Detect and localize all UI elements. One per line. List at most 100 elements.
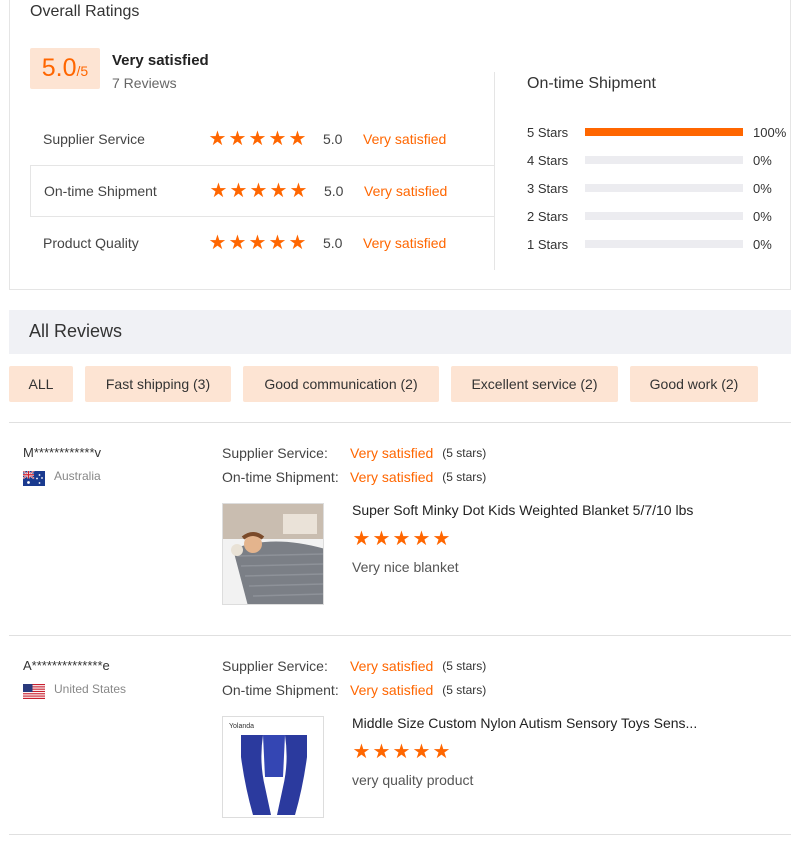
all-reviews-header: All Reviews [9,310,791,354]
divider [9,834,791,835]
star-icon: ★ [228,232,247,254]
overall-ratings-panel: Overall Ratings 5.0/5 Very satisfied 7 R… [9,0,791,290]
star-icon: ★ [412,741,431,763]
feedback-label: Supplier Service: [222,658,328,674]
star-icon: ★ [392,741,411,763]
shipment-bar-percent: 0% [753,152,772,168]
star-icon: ★ [392,528,411,550]
filter-good-work-button[interactable]: Good work (2) [630,366,758,402]
overall-score-max: /5 [76,63,89,79]
product-thumbnail[interactable]: Yolanda [222,716,324,818]
metric-stars: ★ ★ ★ ★ ★ [208,232,307,254]
shipment-bar-label: 1 Stars [527,236,569,252]
shipment-bar-percent: 0% [753,208,772,224]
product-title-link[interactable]: Middle Size Custom Nylon Autism Sensory … [352,715,697,731]
feedback-value: Very satisfied [350,445,434,461]
metric-row-on-time-shipment: On-time Shipment ★ ★ ★ ★ ★ 5.0 Very satisfie… [30,165,495,217]
star-icon: ★ [352,528,371,550]
reviewer-country: Australia [54,469,101,483]
shipment-bar-label: 5 Stars [527,124,569,140]
overall-reviews-count: 7 Reviews [112,75,177,91]
product-title-link[interactable]: Super Soft Minky Dot Kids Weighted Blank… [352,502,693,518]
feedback-value: Very satisfied [350,682,434,698]
star-icon: ★ [269,180,288,202]
filter-good-communication-button[interactable]: Good communication (2) [243,366,439,402]
metric-text: Very satisfied [364,183,448,199]
shipment-bar-label: 4 Stars [527,152,569,168]
overall-score-label: Very satisfied [112,52,209,69]
metric-name: Supplier Service [43,131,145,147]
review-comment: very quality product [352,772,474,788]
review-item: A**************e United States Supplier … [9,658,791,828]
metric-text: Very satisfied [363,131,447,147]
shipment-bar-percent: 0% [753,236,772,252]
feedback-note: (5 stars) [442,683,487,697]
star-icon: ★ [248,128,267,150]
shipment-bar-fill [585,128,743,136]
review-item: M************v Australia Supplier Servic… [9,445,791,625]
star-icon: ★ [432,741,451,763]
australia-flag-icon [23,471,45,486]
all-reviews-title: All Reviews [29,321,123,341]
star-icon: ★ [208,232,227,254]
supplier-service-feedback: Supplier Service: Very satisfied (5 star… [222,658,486,674]
star-icon: ★ [248,232,267,254]
star-icon: ★ [432,528,451,550]
star-icon: ★ [288,128,307,150]
shipment-bar-percent: 0% [753,180,772,196]
overall-ratings-title: Overall Ratings [30,3,140,20]
star-icon: ★ [412,528,431,550]
shipment-bar-row: 1 Stars 0% [527,236,789,252]
shipment-bar-label: 2 Stars [527,208,569,224]
feedback-value: Very satisfied [350,469,434,485]
metric-score: 5.0 [323,235,343,251]
shipment-bar-row: 3 Stars 0% [527,180,789,196]
filter-excellent-service-button[interactable]: Excellent service (2) [451,366,618,402]
filter-all-button[interactable]: ALL [9,366,73,402]
divider [9,422,791,423]
star-icon: ★ [209,180,228,202]
star-icon: ★ [229,180,248,202]
review-comment: Very nice blanket [352,559,459,575]
metric-row-product-quality: Product Quality ★ ★ ★ ★ ★ 5.0 Very satisfied [30,217,495,269]
shipment-feedback: On-time Shipment: Very satisfied (5 star… [222,469,486,485]
star-icon: ★ [268,232,287,254]
feedback-label: On-time Shipment: [222,682,339,698]
shipment-bar-track [585,240,743,248]
overall-score: 5.0 [41,54,77,82]
product-rating-stars: ★ ★ ★ ★ ★ [352,528,451,550]
vertical-divider [494,72,495,270]
product-rating-stars: ★ ★ ★ ★ ★ [352,741,451,763]
overall-score-badge: 5.0/5 [30,48,100,89]
product-image-text: Yolanda [229,723,254,730]
product-image-blanket [223,504,323,604]
divider [9,635,791,636]
shipment-bar-percent: 100% [753,124,787,140]
star-icon: ★ [289,180,308,202]
star-icon: ★ [288,232,307,254]
metric-score: 5.0 [323,131,343,147]
feedback-note: (5 stars) [442,659,487,673]
feedback-note: (5 stars) [442,470,487,484]
star-icon: ★ [372,741,391,763]
product-image-sensory-sock: Yolanda [223,717,323,817]
metric-text: Very satisfied [363,235,447,251]
metric-row-supplier-service: Supplier Service ★ ★ ★ ★ ★ 5.0 Very satisfie… [30,113,495,165]
star-icon: ★ [268,128,287,150]
shipment-bar-track [585,156,743,164]
united-states-flag-icon [23,684,45,699]
feedback-label: On-time Shipment: [222,469,339,485]
shipment-bar-track [585,184,743,192]
shipment-bar-track [585,212,743,220]
star-icon: ★ [372,528,391,550]
shipment-bar-row: 5 Stars 100% [527,124,789,140]
metric-stars: ★ ★ ★ ★ ★ [208,128,307,150]
shipment-feedback: On-time Shipment: Very satisfied (5 star… [222,682,486,698]
metric-name: Product Quality [43,235,139,251]
star-icon: ★ [228,128,247,150]
supplier-service-feedback: Supplier Service: Very satisfied (5 star… [222,445,486,461]
product-thumbnail[interactable] [222,503,324,605]
metric-name: On-time Shipment [44,183,157,199]
filter-fast-shipping-button[interactable]: Fast shipping (3) [85,366,231,402]
metric-stars: ★ ★ ★ ★ ★ [209,180,308,202]
